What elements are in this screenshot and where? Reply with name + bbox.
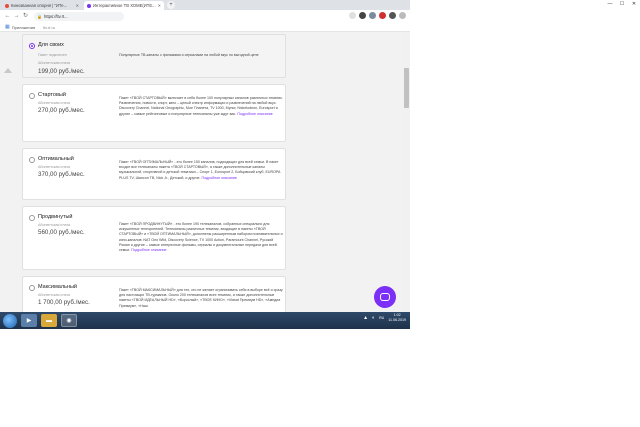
minimize-button[interactable]: — xyxy=(604,0,616,9)
plan-radio[interactable] xyxy=(29,43,35,49)
plan-card-startoviy[interactable]: Стартовый Абонентская плата 270,00 руб./… xyxy=(22,84,286,142)
bookmark-apps[interactable]: Приложения xyxy=(12,25,35,30)
clock[interactable]: 1:02 11.06.2019 xyxy=(388,313,406,323)
extension-icon[interactable] xyxy=(379,12,386,19)
plan-price: 370,00 руб./мес. xyxy=(38,171,85,178)
plan-description: Пакет «ТВОЙ СТАРТОВЫЙ» включает в себя б… xyxy=(119,96,283,117)
plan-description-text: Пакет «ТВОЙ МАКСИМАЛЬНЫЙ» для тех, кто н… xyxy=(119,288,283,308)
reload-icon[interactable]: ↻ xyxy=(21,12,30,21)
menu-icon[interactable] xyxy=(399,12,406,19)
more-link[interactable]: Подробное описание xyxy=(237,112,272,116)
tab-2[interactable]: Интерактивное ТВ ХОМЕ(ИТЕ... ✕ xyxy=(84,1,164,10)
plan-radio[interactable] xyxy=(29,157,35,163)
fee-label: Абонентская плата xyxy=(38,223,70,227)
tab-favicon-icon xyxy=(87,3,91,8)
maximize-button[interactable]: ☐ xyxy=(616,0,628,9)
plan-name: Для своих xyxy=(38,42,64,48)
close-window-button[interactable]: ✕ xyxy=(628,0,640,9)
profile-icon[interactable] xyxy=(389,12,396,19)
plan-card-maksimalniy[interactable]: Максимальный Абонентская плата 1 700,00 … xyxy=(22,276,286,312)
back-icon[interactable]: ← xyxy=(3,12,12,21)
bookmarks-bar: ▦ Приложения ltv.rt.ru xyxy=(0,23,410,32)
tab-1[interactable]: Кинозванная опорня | "ИТе... ✕ xyxy=(2,1,82,10)
start-button[interactable] xyxy=(3,313,17,328)
page-viewport: Для своих Пакет подключен Абонентская пл… xyxy=(0,32,410,312)
fee-label: Абонентская плата xyxy=(38,293,70,297)
plan-name: Оптимальный xyxy=(38,156,74,162)
plan-description: Пакет «ТВОЙ ОПТИМАЛЬНЫЙ» - это более 150… xyxy=(119,160,283,181)
plan-card-dlya-svoih[interactable]: Для своих Пакет подключен Абонентская пл… xyxy=(22,34,286,78)
system-tray: ▲ ◐ RU 1:02 11.06.2019 xyxy=(363,313,406,323)
plan-name: Максимальный xyxy=(38,284,77,290)
screen: Кинозванная опорня | "ИТе... ✕ Интеракти… xyxy=(0,0,640,427)
more-link[interactable]: Подробное описание xyxy=(131,248,166,252)
scroll-up-icon[interactable] xyxy=(4,68,12,73)
fee-label: Абонентская плата xyxy=(38,101,70,105)
chat-button[interactable] xyxy=(374,286,396,308)
plan-radio[interactable] xyxy=(29,215,35,221)
plan-list: Для своих Пакет подключен Абонентская пл… xyxy=(22,34,286,312)
plan-price: 1 700,00 руб./мес. xyxy=(38,299,90,306)
plan-price: 560,00 руб./мес. xyxy=(38,229,85,236)
window-controls: — ☐ ✕ xyxy=(604,0,640,9)
plan-card-prodvinutiy[interactable]: Продвинутый Абонентская плата 560,00 руб… xyxy=(22,206,286,270)
apps-icon[interactable]: ▦ xyxy=(5,24,10,30)
bookmark-item[interactable]: ltv.rt.ru xyxy=(43,25,55,30)
vertical-scrollbar[interactable] xyxy=(403,32,410,312)
plan-description: Популярные ТВ-каналы с фильмами и сериал… xyxy=(119,53,283,58)
plan-description: Пакет «ТВОЙ МАКСИМАЛЬНЫЙ» для тех, кто н… xyxy=(119,288,283,309)
os-taskbar: ▶ ▬ ◉ ▲ ◐ RU 1:02 11.06.2019 xyxy=(0,312,410,329)
close-tab-icon[interactable]: ✕ xyxy=(76,3,79,8)
scrollbar-thumb[interactable] xyxy=(404,68,409,108)
taskbar-folder-icon[interactable]: ▬ xyxy=(41,314,57,327)
fee-label: Абонентская плата xyxy=(38,165,70,169)
network-icon[interactable]: ▲ xyxy=(363,315,368,321)
new-tab-button[interactable]: + xyxy=(167,1,175,9)
tab-strip: Кинозванная опорня | "ИТе... ✕ Интеракти… xyxy=(0,0,410,10)
tab-title: Интерактивное ТВ ХОМЕ(ИТЕ... xyxy=(93,3,156,8)
forward-icon[interactable]: → xyxy=(12,12,21,21)
extensions-area xyxy=(349,12,406,19)
taskbar-media-icon[interactable]: ▶ xyxy=(21,314,37,327)
extension-icon[interactable] xyxy=(369,12,376,19)
plan-description-text: Популярные ТВ-каналы с фильмами и сериал… xyxy=(119,53,259,57)
extension-icon[interactable] xyxy=(359,12,366,19)
taskbar-chrome-icon[interactable]: ◉ xyxy=(61,314,77,327)
tab-favicon-icon xyxy=(5,3,9,8)
tab-title: Кинозванная опорня | "ИТе... xyxy=(11,3,68,8)
plan-card-optimalniy[interactable]: Оптимальный Абонентская плата 370,00 руб… xyxy=(22,148,286,200)
address-bar[interactable]: 🔒 https://ltv.rt... xyxy=(34,12,124,21)
plan-name: Стартовый xyxy=(38,92,66,98)
plan-radio[interactable] xyxy=(29,285,35,291)
plan-description: Пакет «ТВОЙ ПРОДВИНУТЫЙ» - это более 190… xyxy=(119,222,283,253)
chat-bubble-icon xyxy=(380,293,390,301)
lock-icon: 🔒 xyxy=(37,14,42,19)
star-icon[interactable] xyxy=(349,12,356,19)
browser-toolbar: ← → ↻ 🔒 https://ltv.rt... xyxy=(0,10,410,23)
more-link[interactable]: Подробное описание xyxy=(202,176,237,180)
fee-label: Абонентская плата xyxy=(38,61,70,65)
clock-date: 11.06.2019 xyxy=(388,318,406,322)
plan-name: Продвинутый xyxy=(38,214,73,220)
volume-icon[interactable]: ◐ xyxy=(372,315,375,321)
plan-status: Пакет подключен xyxy=(38,53,67,57)
plan-price: 270,00 руб./мес. xyxy=(38,107,85,114)
plan-price: 199,00 руб./мес. xyxy=(38,68,85,75)
url-text: https://ltv.rt... xyxy=(43,14,68,19)
plan-radio[interactable] xyxy=(29,93,35,99)
language-indicator[interactable]: RU xyxy=(379,316,384,320)
plan-description-text: Пакет «ТВОЙ ОПТИМАЛЬНЫЙ» - это более 150… xyxy=(119,160,281,180)
close-tab-icon[interactable]: ✕ xyxy=(158,3,161,8)
